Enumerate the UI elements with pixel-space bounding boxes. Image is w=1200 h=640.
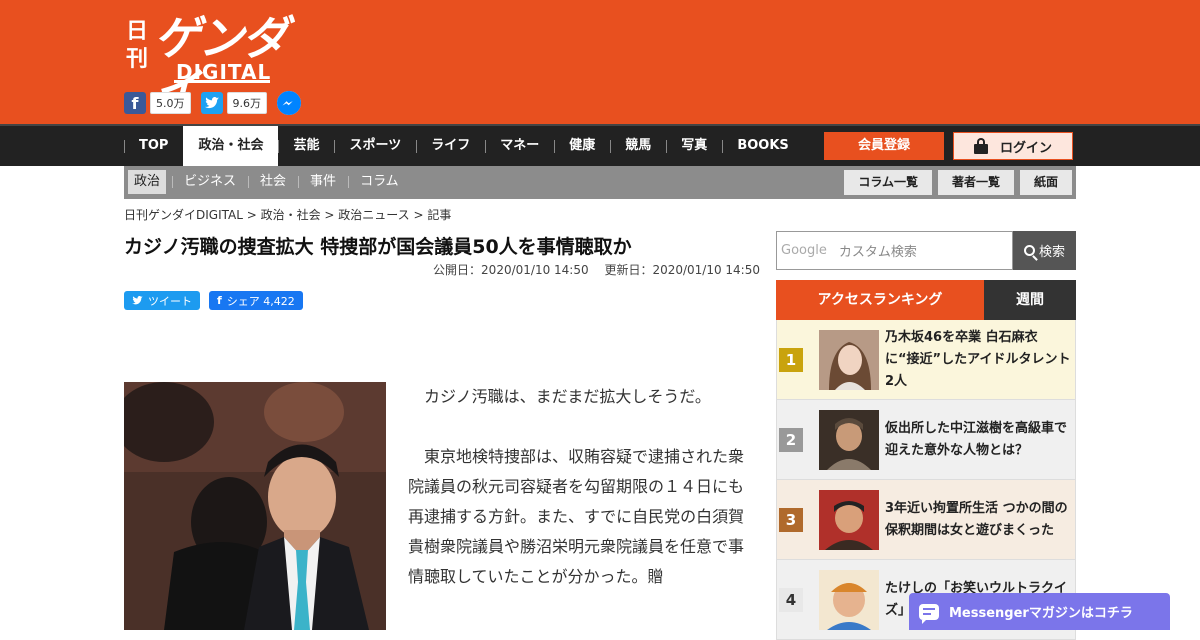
ranking-item[interactable]: 3 3年近い拘置所生活 つかの間の保釈期間は女と遊びまくった — [776, 480, 1076, 560]
search-button-label: 検索 — [1038, 245, 1065, 260]
updated-date: 更新日：2020/01/10 14:50 — [604, 263, 760, 277]
facebook-f-icon: f — [217, 294, 222, 307]
lock-icon — [973, 138, 988, 154]
article-paragraph: 東京地検特捜部は、収賄容疑で逮捕された衆院議員の秋元司容疑者を勾留期限の１４日に… — [408, 447, 745, 586]
register-button[interactable]: 会員登録 — [824, 132, 944, 160]
article-share-buttons: ツイート f シェア 4,422 — [124, 291, 303, 310]
nav-item-politics[interactable]: 政治・社会 — [183, 126, 279, 166]
main-nav: TOP 政治・社会 芸能 スポーツ ライフ マネー 健康 競馬 写真 BOOKS… — [0, 124, 1200, 166]
nav-item-top[interactable]: TOP — [124, 126, 183, 166]
messenger-magazine-banner[interactable]: Messengerマガジンはコチラ — [909, 593, 1170, 630]
ranking-headline: 乃木坂46を卒業 白石麻衣に“接近”したアイドルタレント2人 — [885, 329, 1071, 389]
tweet-label: ツイート — [148, 294, 192, 308]
ranking-headline: 仮出所した中江滋樹を高級車で迎えた意外な人物とは？ — [885, 420, 1068, 458]
article-title: カジノ汚職の捜査拡大 特捜部が国会議員50人を事情聴取か — [124, 236, 632, 258]
nav-item-health[interactable]: 健康 — [554, 126, 610, 166]
header-share-row: f 5.0万 9.6万 — [124, 91, 301, 115]
ranking-item[interactable]: 1 乃木坂46を卒業 白石麻衣に“接近”したアイドルタレント2人 — [776, 320, 1076, 400]
article-photo — [124, 382, 386, 630]
chat-bubble-icon — [919, 603, 939, 624]
nav-item-money[interactable]: マネー — [485, 126, 554, 166]
tab-weekly[interactable]: 週間 — [984, 280, 1076, 320]
ranking-list: 1 乃木坂46を卒業 白石麻衣に“接近”したアイドルタレント2人 2 仮出所した… — [776, 320, 1076, 640]
rank-number: 2 — [779, 427, 803, 452]
share-label: シェア 4,422 — [226, 294, 295, 308]
ranking-headline: 3年近い拘置所生活 つかの間の保釈期間は女と遊びまくった — [885, 500, 1068, 538]
facebook-count: 5.0万 — [150, 92, 191, 114]
twitter-bird-icon — [132, 296, 143, 305]
article-paragraph: カジノ汚職は、まだまだ拡大しそうだ。 — [424, 387, 711, 406]
published-date: 公開日：2020/01/10 14:50 — [433, 263, 589, 277]
nav-item-books[interactable]: BOOKS — [722, 126, 803, 166]
subnav-item-column[interactable]: コラム — [348, 170, 411, 194]
subnav-item-politics[interactable]: 政治 — [128, 170, 167, 194]
messenger-banner-label: Messengerマガジンはコチラ — [949, 606, 1133, 621]
site-logo[interactable]: 日刊 ゲンダイ DIGITAL — [126, 12, 306, 116]
ranking-thumbnail — [819, 329, 879, 390]
article-dates: 公開日：2020/01/10 14:50 更新日：2020/01/10 14:5… — [433, 261, 760, 278]
tweet-button[interactable]: ツイート — [124, 291, 200, 310]
search-box: Google カスタム検索 検索 — [776, 231, 1076, 270]
sub-nav: 政治 ビジネス 社会 事件 コラム コラム一覧 著者一覧 紙面 — [124, 166, 1076, 199]
paper-button[interactable]: 紙面 — [1019, 170, 1072, 195]
site-header: 日刊 ゲンダイ DIGITAL f 5.0万 9.6万 — [0, 0, 1200, 124]
facebook-share-button[interactable]: f シェア 4,422 — [209, 291, 303, 310]
nav-item-entertainment[interactable]: 芸能 — [278, 126, 334, 166]
ranking-thumbnail — [819, 409, 879, 470]
tab-access-ranking[interactable]: アクセスランキング — [776, 280, 984, 320]
rank-number: 1 — [779, 347, 803, 372]
subnav-item-incidents[interactable]: 事件 — [298, 170, 348, 194]
facebook-icon[interactable]: f — [124, 92, 146, 114]
nav-item-keiba[interactable]: 競馬 — [610, 126, 666, 166]
author-list-button[interactable]: 著者一覧 — [937, 170, 1014, 195]
subnav-item-society[interactable]: 社会 — [248, 170, 298, 194]
breadcrumb[interactable]: 日刊ゲンダイDIGITAL > 政治・社会 > 政治ニュース > 記事 — [124, 206, 451, 223]
logo-small-text: 日刊 — [126, 19, 149, 72]
ranking-item[interactable]: 2 仮出所した中江滋樹を高級車で迎えた意外な人物とは？ — [776, 400, 1076, 480]
ranking-tabs: アクセスランキング 週間 — [776, 280, 1076, 320]
logo-underline — [174, 80, 270, 83]
login-label: ログイン — [999, 140, 1052, 156]
ranking-thumbnail — [819, 569, 879, 630]
search-placeholder: カスタム検索 — [838, 245, 917, 260]
nav-item-life[interactable]: ライフ — [416, 126, 485, 166]
nav-item-photo[interactable]: 写真 — [666, 126, 722, 166]
article-body: カジノ汚職は、まだまだ拡大しそうだ。 東京地検特捜部は、収賄容疑で逮捕された衆院… — [408, 382, 754, 622]
messenger-icon[interactable] — [277, 91, 301, 115]
login-button[interactable]: ログイン — [953, 132, 1073, 160]
search-button[interactable]: 検索 — [1013, 231, 1076, 270]
twitter-icon[interactable] — [200, 92, 223, 114]
rank-number: 3 — [779, 507, 803, 532]
twitter-count: 9.6万 — [226, 92, 267, 114]
search-icon — [1023, 245, 1035, 256]
subnav-item-business[interactable]: ビジネス — [172, 170, 248, 194]
logo-sub-text: DIGITAL — [176, 60, 272, 84]
google-brand-text: Google — [781, 243, 827, 258]
rank-number: 4 — [779, 587, 803, 612]
column-list-button[interactable]: コラム一覧 — [844, 170, 932, 195]
nav-item-sports[interactable]: スポーツ — [334, 126, 416, 166]
ranking-thumbnail — [819, 489, 879, 550]
search-input[interactable]: Google カスタム検索 — [776, 231, 1013, 270]
